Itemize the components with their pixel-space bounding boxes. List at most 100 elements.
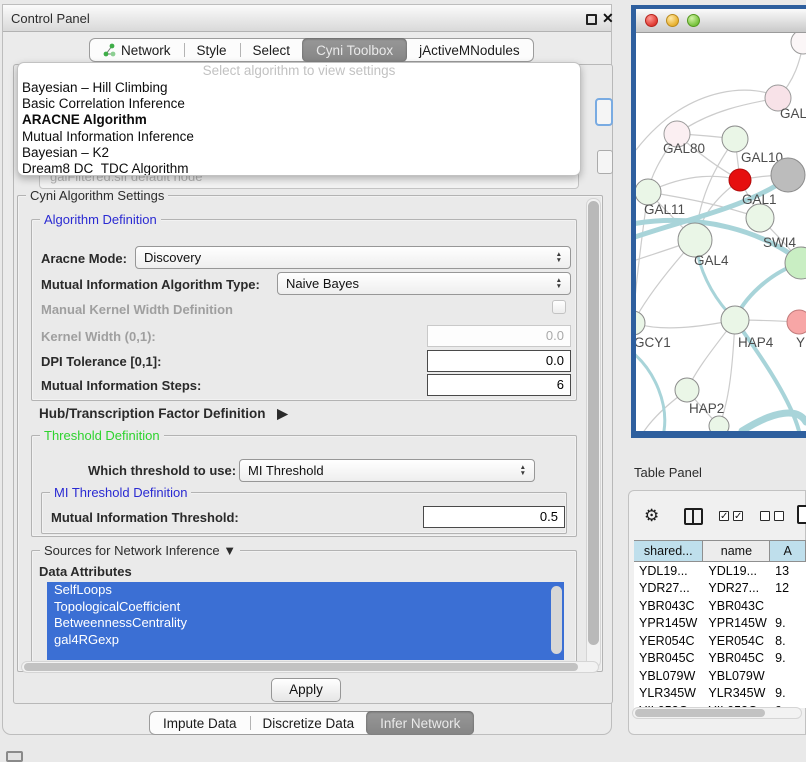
table-cell: 9. [770, 615, 806, 633]
attribute-list-item[interactable]: BetweennessCentrality [47, 615, 564, 632]
tab-label: Network [121, 43, 171, 58]
manual-kernel-checkbox[interactable] [552, 300, 566, 314]
aracne-mode-value: Discovery [144, 250, 201, 265]
table-row[interactable]: YBL079WYBL079W [634, 667, 806, 685]
network-node-gcy1[interactable] [636, 311, 645, 335]
tab-network[interactable]: Network [90, 39, 184, 61]
network-canvas[interactable]: GALGAL80GAL10GAL1GAL11GAL4SWI4GCY1HAP4YH… [636, 33, 806, 431]
data-attributes-label: Data Attributes [39, 564, 132, 579]
minimized-panel-icon[interactable] [6, 751, 23, 762]
table-row[interactable]: YBR043CYBR043C [634, 597, 806, 615]
dpi-tolerance-label: DPI Tolerance [0,1]: [41, 354, 161, 369]
table-row[interactable]: YLR345WYLR345W9. [634, 685, 806, 703]
settings-scrollbar-thumb[interactable] [588, 201, 599, 645]
mi-threshold-label: Mutual Information Threshold: [51, 510, 239, 525]
tab-infer-network[interactable]: Infer Network [366, 711, 474, 735]
mi-type-combo[interactable]: Naive Bayes ▲▼ [277, 272, 571, 295]
algorithm-option[interactable]: Mutual Information Inference [18, 129, 580, 145]
tab-jactivemnodules[interactable]: jActiveMNodules [406, 39, 533, 61]
close-traffic-light-icon[interactable] [645, 14, 658, 27]
attribute-list-item[interactable]: SelfLoops [47, 582, 564, 599]
hub-definition-label: Hub/Transcription Factor Definition [39, 406, 266, 421]
algorithm-option[interactable]: Dream8 DC_TDC Algorithm [18, 161, 580, 176]
which-threshold-label: Which threshold to use: [88, 463, 236, 478]
node-label: GAL1 [742, 192, 777, 207]
hidden-combo-focus-fragment [595, 98, 613, 126]
table-cell: YBR043C [703, 597, 770, 615]
dpi-tolerance-field[interactable]: 0.0 [427, 350, 571, 372]
data-attributes-list: SelfLoopsTopologicalCoefficientBetweenne… [47, 582, 564, 660]
table-cell: YPR145W [703, 615, 770, 633]
algorithm-option[interactable]: Basic Correlation Inference [18, 96, 580, 112]
tab-discretize-data[interactable]: Discretize Data [250, 712, 368, 734]
unchecked-checkbox-icon[interactable] [774, 511, 784, 521]
column-header-name[interactable]: name [703, 541, 770, 561]
tab-style[interactable]: Style [184, 39, 240, 61]
control-panel-tabs: Network Style SelectCyni ToolboxjActiveMNo… [89, 38, 534, 62]
table-cell: YDL19... [634, 562, 703, 580]
network-node[interactable] [709, 416, 729, 431]
which-threshold-combo[interactable]: MI Threshold ▲▼ [239, 459, 535, 482]
algorithm-dropdown-list: Select algorithm to view settings Bayesi… [17, 62, 581, 176]
table-row[interactable]: YER054CYER054C8. [634, 632, 806, 650]
tab-label: Style [197, 43, 227, 58]
close-icon[interactable]: ✕ [602, 10, 614, 27]
columns-icon[interactable] [684, 508, 703, 525]
network-node-y[interactable] [787, 310, 806, 334]
mi-type-label: Mutual Information Algorithm Type: [41, 277, 260, 292]
cyni-bottom-tabs: Impute DataDiscretize DataInfer Network [149, 711, 474, 735]
attribute-list-item[interactable]: TopologicalCoefficient [47, 599, 564, 616]
network-node[interactable] [729, 169, 751, 191]
table-row[interactable]: YBR045CYBR045C9. [634, 650, 806, 668]
mi-threshold-field[interactable]: 0.5 [423, 506, 565, 528]
table-cell: YBR045C [634, 650, 703, 668]
kernel-width-field[interactable]: 0.0 [427, 325, 571, 347]
network-node-gal4[interactable] [678, 223, 712, 257]
minimize-traffic-light-icon[interactable] [666, 14, 679, 27]
table-panel-title: Table Panel [634, 465, 702, 480]
table-row[interactable]: YPR145WYPR145W9. [634, 615, 806, 633]
table-cell [770, 667, 806, 685]
algorithm-option[interactable]: ARACNE Algorithm [18, 112, 580, 128]
expanded-arrow-icon[interactable]: ▼ [223, 543, 236, 558]
settings-hscrollbar-thumb[interactable] [24, 663, 578, 671]
tab-impute-data[interactable]: Impute Data [150, 712, 250, 734]
network-window-titlebar [636, 9, 806, 33]
dropdown-placeholder: Select algorithm to view settings [18, 63, 580, 80]
network-node[interactable] [791, 33, 806, 54]
gear-icon[interactable]: ⚙ [644, 506, 659, 526]
unchecked-checkbox-icon[interactable] [760, 511, 770, 521]
table-row[interactable]: YDR27...YDR27...12 [634, 580, 806, 598]
cyni-settings-title: Cyni Algorithm Settings [26, 188, 168, 203]
which-threshold-value: MI Threshold [248, 463, 324, 478]
node-label: GAL80 [663, 141, 705, 156]
page-icon[interactable] [797, 505, 806, 524]
tab-select[interactable]: Select [240, 39, 304, 61]
apply-button[interactable]: Apply [271, 678, 341, 702]
zoom-traffic-light-icon[interactable] [687, 14, 700, 27]
network-node-hap2[interactable] [675, 378, 699, 402]
table-hscrollbar-thumb[interactable] [635, 709, 765, 717]
network-node[interactable] [771, 158, 805, 192]
checked-checkbox-icon[interactable]: ✓ [733, 511, 743, 521]
tab-cyni-toolbox[interactable]: Cyni Toolbox [302, 38, 407, 62]
attribute-list-item[interactable]: gal4RGexp [47, 632, 564, 649]
attribute-list-scrollbar-thumb[interactable] [551, 586, 562, 654]
hub-definition-toggle[interactable]: Hub/Transcription Factor Definition ▶ [39, 406, 288, 422]
algorithm-option[interactable]: Bayesian – K2 [18, 145, 580, 161]
column-header-A[interactable]: A [770, 541, 806, 561]
network-node-hap4[interactable] [721, 306, 749, 334]
mi-steps-field[interactable]: 6 [427, 374, 571, 396]
table-row[interactable]: YDL19...YDL19...13 [634, 562, 806, 580]
network-node-gal10[interactable] [722, 126, 748, 152]
column-header-shared[interactable]: shared... [634, 541, 703, 561]
aracne-mode-label: Aracne Mode: [41, 251, 127, 266]
checked-checkbox-icon[interactable]: ✓ [719, 511, 729, 521]
node-label: GAL11 [644, 202, 685, 217]
aracne-mode-combo[interactable]: Discovery ▲▼ [135, 246, 571, 269]
table-cell: 8. [770, 632, 806, 650]
float-window-icon[interactable] [586, 14, 597, 25]
table-cell: 9. [770, 650, 806, 668]
algorithm-option[interactable]: Bayesian – Hill Climbing [18, 80, 580, 96]
network-node-gal1[interactable] [746, 204, 774, 232]
